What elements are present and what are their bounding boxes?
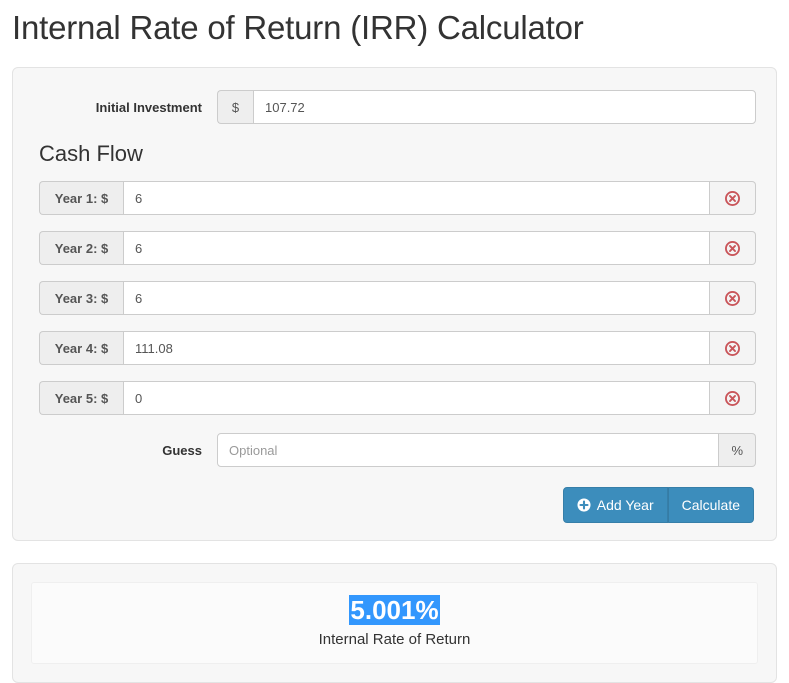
irr-result-caption: Internal Rate of Return: [318, 631, 471, 648]
guess-input-group: %: [217, 433, 756, 467]
initial-investment-row: Initial Investment $: [33, 90, 756, 124]
year-1-label: Year 1: $: [39, 181, 123, 215]
year-4-input[interactable]: [123, 331, 710, 365]
calculator-form-panel: Initial Investment $ Cash Flow Year 1: $: [12, 67, 777, 541]
add-year-label: Add Year: [596, 497, 654, 513]
cash-flow-row: Year 4: $: [33, 331, 756, 365]
remove-year-5-button[interactable]: [710, 381, 756, 415]
page-title: Internal Rate of Return (IRR) Calculator: [12, 9, 584, 46]
year-1-input-group: Year 1: $: [33, 181, 756, 215]
form-actions: Add Year Calculate: [33, 487, 756, 523]
result-inner-box: 5.001% Internal Rate of Return: [31, 582, 758, 664]
year-5-label: Year 5: $: [39, 381, 123, 415]
cash-flow-row: Year 3: $: [33, 281, 756, 315]
year-3-input[interactable]: [123, 281, 710, 315]
year-4-label: Year 4: $: [39, 331, 123, 365]
dollar-sign-addon: $: [217, 90, 253, 124]
initial-investment-input-group: $: [217, 90, 756, 124]
cash-flow-heading: Cash Flow: [39, 141, 143, 166]
cash-flow-row: Year 5: $: [33, 381, 756, 415]
year-2-input-group: Year 2: $: [33, 231, 756, 265]
guess-input[interactable]: [217, 433, 720, 467]
remove-year-3-button[interactable]: [710, 281, 756, 315]
remove-circle-icon: [725, 240, 740, 256]
remove-circle-icon: [725, 390, 740, 406]
year-4-input-group: Year 4: $: [33, 331, 756, 365]
remove-year-4-button[interactable]: [710, 331, 756, 365]
remove-circle-icon: [725, 340, 740, 356]
irr-calculator-page: Internal Rate of Return (IRR) Calculator…: [0, 0, 789, 683]
plus-circle-icon: [577, 498, 591, 512]
initial-investment-input[interactable]: [253, 90, 756, 124]
year-2-label: Year 2: $: [39, 231, 123, 265]
year-1-input[interactable]: [123, 181, 710, 215]
year-2-input[interactable]: [123, 231, 710, 265]
year-3-input-group: Year 3: $: [33, 281, 756, 315]
add-year-button[interactable]: Add Year: [562, 487, 668, 523]
irr-result-value: 5.001%: [349, 594, 440, 626]
remove-circle-icon: [725, 290, 740, 306]
year-3-label: Year 3: $: [39, 281, 123, 315]
calculate-button[interactable]: Calculate: [667, 487, 754, 523]
guess-row: Guess %: [33, 433, 756, 467]
year-5-input-group: Year 5: $: [33, 381, 756, 415]
irr-result-selected-text: 5.001%: [349, 595, 440, 625]
initial-investment-label: Initial Investment: [95, 99, 202, 115]
action-button-group: Add Year Calculate: [562, 487, 754, 523]
guess-label: Guess: [162, 442, 202, 458]
remove-circle-icon: [725, 190, 740, 206]
remove-year-1-button[interactable]: [710, 181, 756, 215]
year-5-input[interactable]: [123, 381, 710, 415]
cash-flow-row: Year 1: $: [33, 181, 756, 215]
remove-year-2-button[interactable]: [710, 231, 756, 265]
result-panel: 5.001% Internal Rate of Return: [12, 563, 777, 683]
cash-flow-row: Year 2: $: [33, 231, 756, 265]
percent-sign-addon: %: [719, 433, 756, 467]
calculate-label: Calculate: [681, 497, 740, 513]
